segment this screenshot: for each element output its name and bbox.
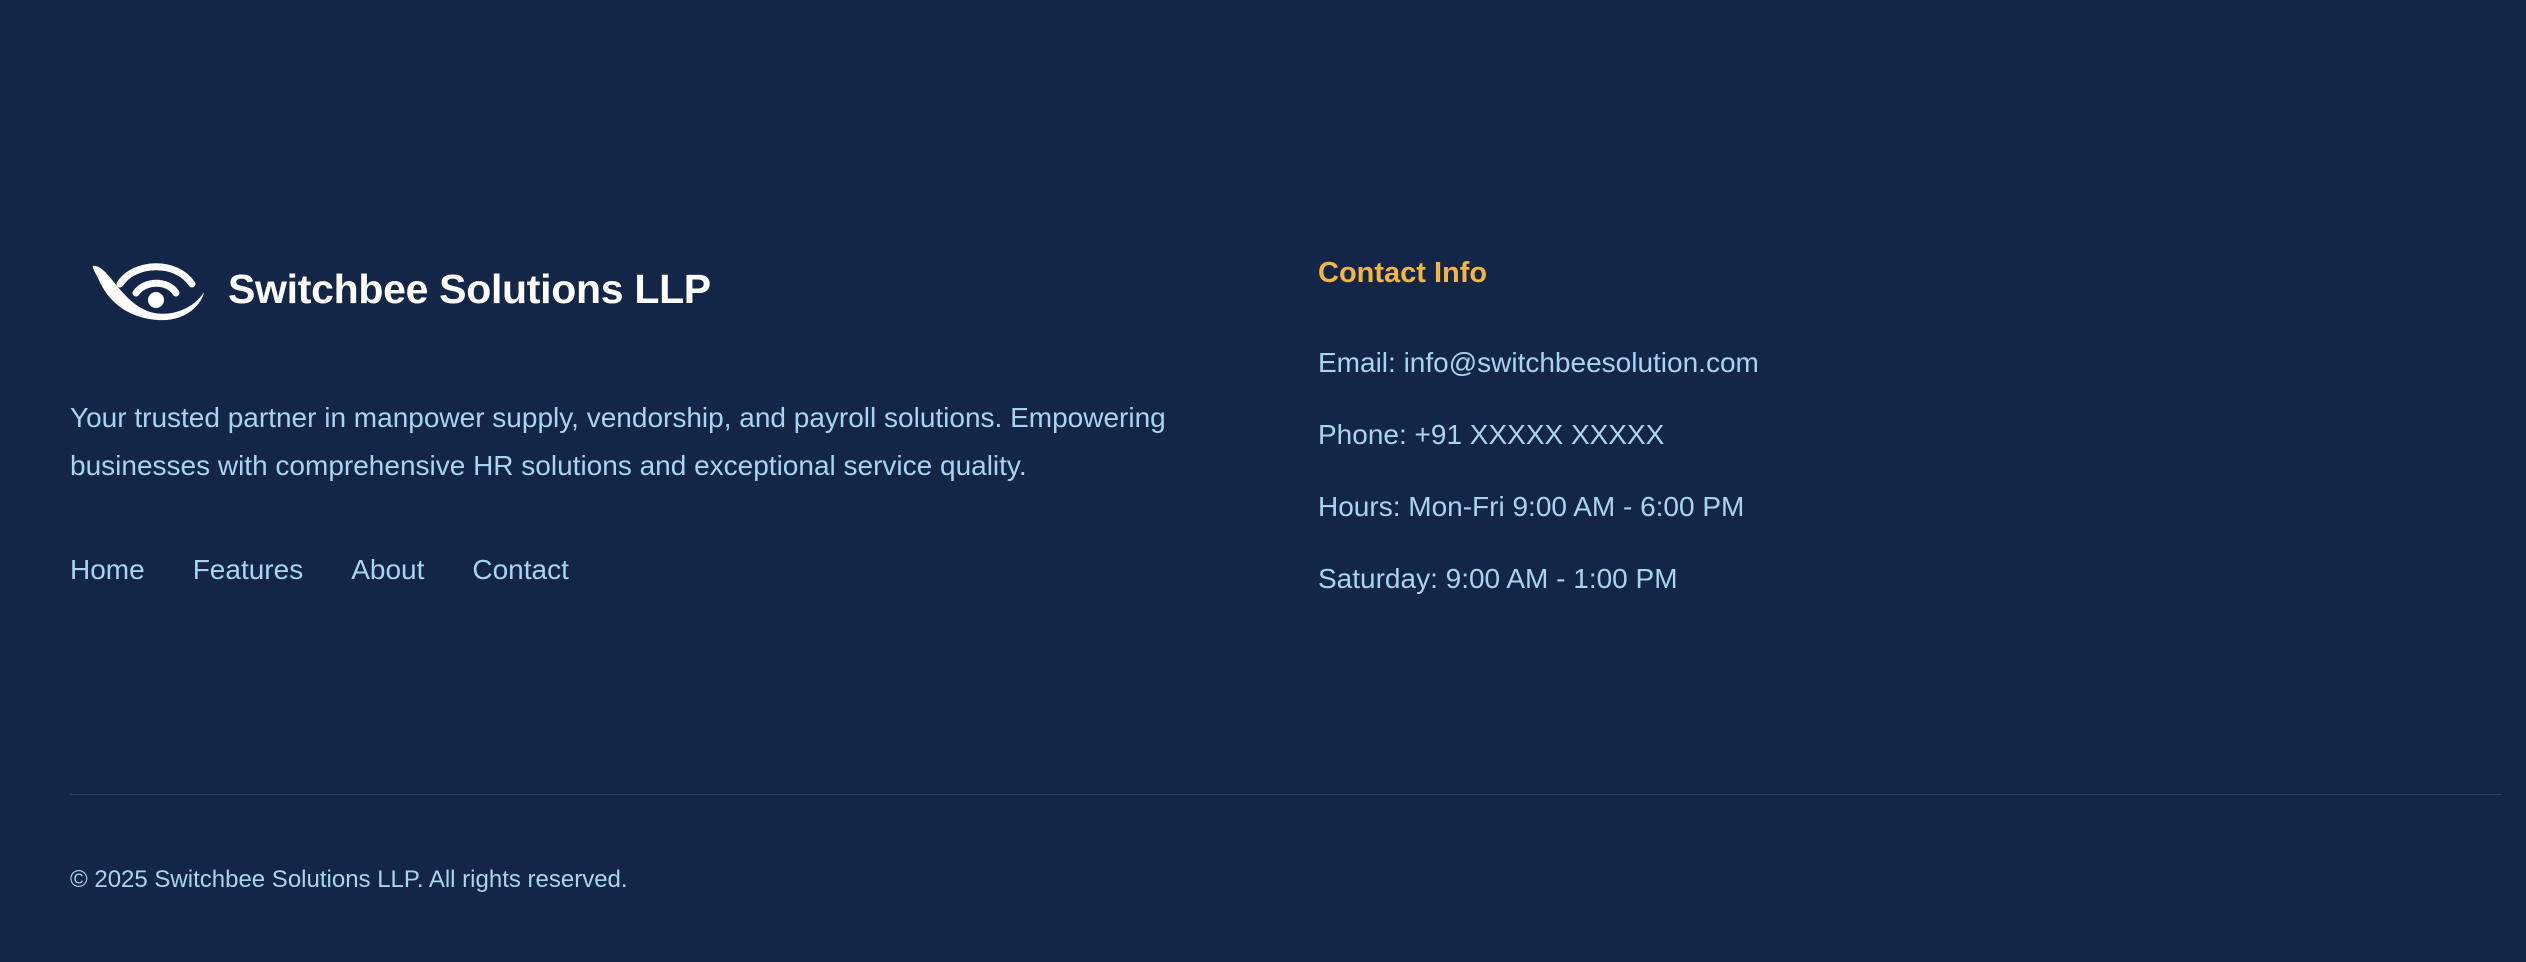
brand[interactable]: Switchbee Solutions LLP [90, 256, 711, 322]
nav-link-contact[interactable]: Contact [472, 554, 569, 586]
eye-signal-logo-icon [92, 263, 204, 321]
nav-link-home[interactable]: Home [70, 554, 145, 586]
contact-email: Email: info@switchbeesolution.com [1318, 347, 1759, 378]
nav-link-features[interactable]: Features [193, 554, 304, 586]
footer-divider [70, 794, 2502, 795]
contact-phone: Phone: +91 XXXXX XXXXX [1318, 419, 1665, 450]
site-footer: Switchbee Solutions LLP Your trusted par… [0, 0, 2526, 962]
brand-name: Switchbee Solutions LLP [228, 265, 711, 312]
contact-saturday-hours: Saturday: 9:00 AM - 1:00 PM [1318, 563, 1678, 594]
nav-link-about[interactable]: About [351, 554, 424, 586]
copyright-text: © 2025 Switchbee Solutions LLP. All righ… [70, 866, 628, 893]
company-tagline: Your trusted partner in manpower supply,… [70, 402, 1166, 481]
footer-nav: Home Features About Contact [70, 554, 569, 586]
contact-info-section: Contact Info Email: info@switchbeesoluti… [1318, 253, 1759, 631]
contact-info-heading: Contact Info [1318, 257, 1488, 289]
contact-hours: Hours: Mon-Fri 9:00 AM - 6:00 PM [1318, 491, 1745, 522]
